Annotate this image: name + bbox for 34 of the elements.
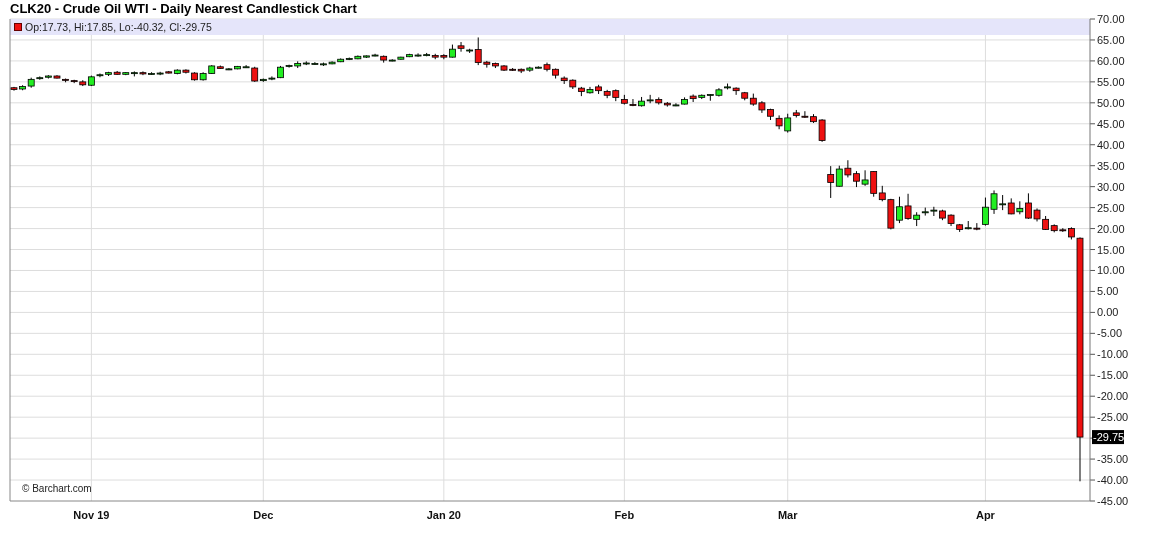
legend-swatch — [14, 23, 22, 31]
y-axis-label: 45.00 — [1097, 117, 1125, 130]
x-axis-label: Nov 19 — [73, 509, 110, 521]
x-axis-label: Jan 20 — [426, 509, 461, 521]
y-axis-label: 5.00 — [1097, 285, 1119, 298]
y-axis-label: 10.00 — [1097, 264, 1125, 277]
y-axis-label: 60.00 — [1097, 54, 1125, 67]
x-axis-label: Feb — [614, 509, 635, 521]
y-axis-label: 70.00 — [1097, 13, 1125, 25]
y-axis-label: 50.00 — [1097, 96, 1125, 109]
y-axis-label: 25.00 — [1097, 201, 1125, 214]
y-axis-label: 15.00 — [1097, 243, 1125, 256]
y-axis-label: -40.00 — [1097, 474, 1129, 487]
copyright-text: © Barchart.com — [22, 483, 92, 494]
y-axis-label: -35.00 — [1097, 453, 1129, 466]
y-axis-label: -10.00 — [1097, 348, 1129, 361]
y-axis-label: 0.00 — [1097, 306, 1119, 319]
chart-title: CLK20 - Crude Oil WTI - Daily Nearest Candlestick Chart — [10, 1, 357, 16]
y-axis-label: 35.00 — [1097, 159, 1125, 172]
y-axis-label: -15.00 — [1097, 369, 1129, 382]
y-axis-label: -20.00 — [1097, 390, 1129, 403]
y-axis-label: -25.00 — [1097, 411, 1129, 424]
x-axis-label: Mar — [777, 509, 798, 521]
y-axis-label: -45.00 — [1097, 495, 1129, 507]
price-label: -29.75 — [1092, 430, 1125, 445]
x-axis-label: Dec — [253, 509, 274, 521]
legend-text: Op:17.73, Hi:17.85, Lo:-40.32, Cl:-29.75 — [25, 21, 212, 33]
y-axis-label: 55.00 — [1097, 75, 1125, 88]
y-axis-label: 40.00 — [1097, 138, 1125, 151]
x-axis-label: Apr — [975, 509, 995, 521]
y-axis-label: 65.00 — [1097, 33, 1125, 46]
y-axis-label: -5.00 — [1097, 327, 1123, 340]
y-axis-label: 30.00 — [1097, 180, 1125, 193]
y-axis-label: 20.00 — [1097, 222, 1125, 235]
